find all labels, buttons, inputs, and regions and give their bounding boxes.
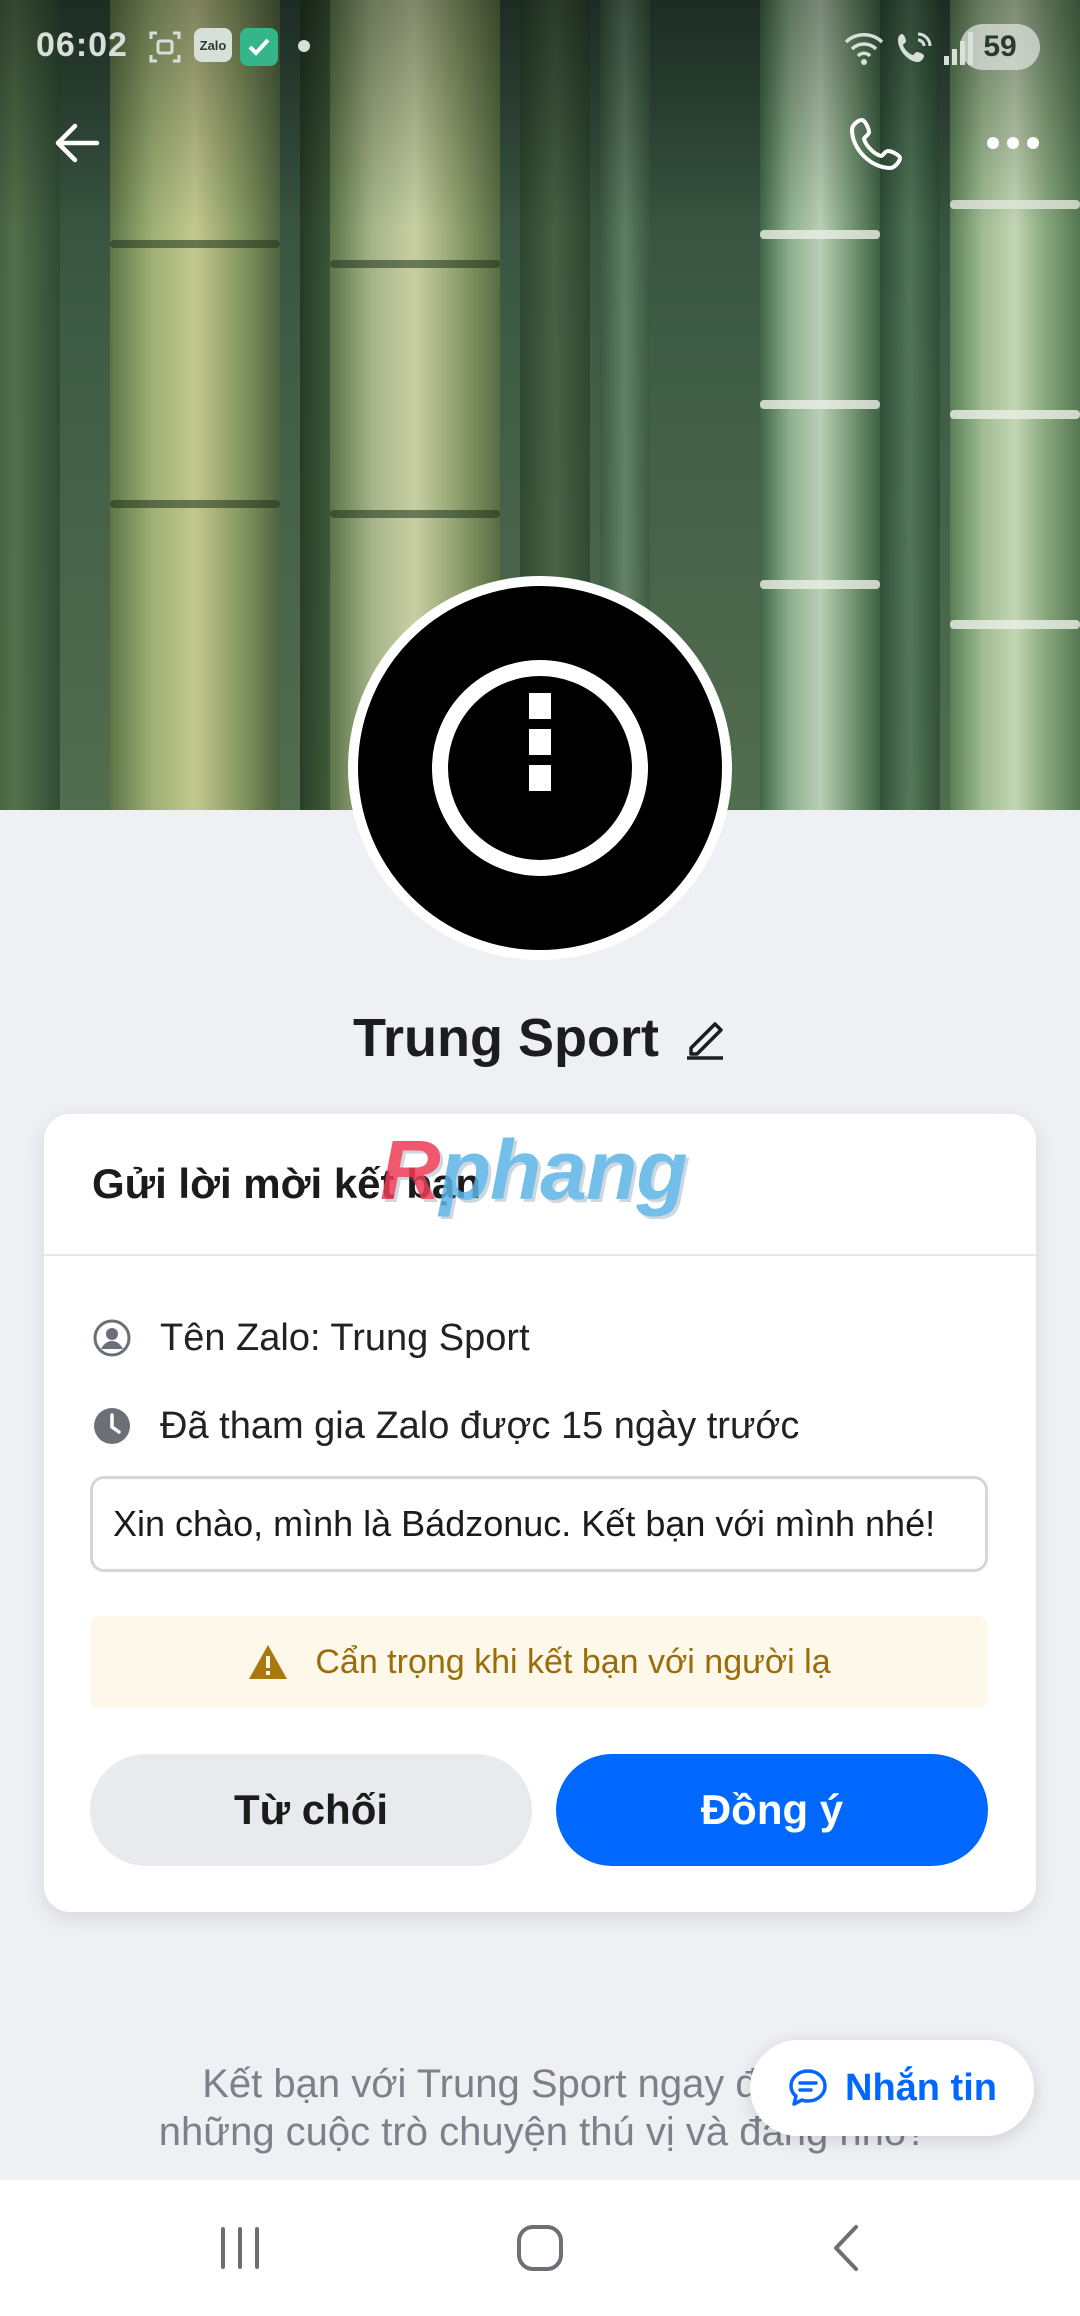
joined-row: Đã tham gia Zalo được 15 ngày trước xyxy=(92,1398,799,1454)
chat-bubble-icon xyxy=(789,2069,827,2106)
watermark-first-letter: R xyxy=(380,1123,441,1217)
phone-icon xyxy=(850,118,902,170)
call-button[interactable] xyxy=(832,98,922,188)
card-divider xyxy=(44,1254,1036,1256)
arrow-left-icon xyxy=(55,123,100,163)
zalo-name-row: Tên Zalo: Trung Sport xyxy=(92,1310,530,1366)
zalo-name-text: Tên Zalo: Trung Sport xyxy=(160,1316,530,1359)
warning-text: Cẩn trọng khi kết bạn với người lạ xyxy=(315,1642,831,1681)
chevron-left-icon xyxy=(834,2225,858,2271)
clock-icon xyxy=(92,1406,132,1446)
send-message-label: Nhắn tin xyxy=(845,2066,997,2109)
warning-icon xyxy=(249,1645,288,1679)
avatar[interactable] xyxy=(348,576,732,960)
recent-apps-button[interactable] xyxy=(190,2198,290,2298)
user-icon xyxy=(92,1318,132,1358)
system-back-button[interactable] xyxy=(796,2198,896,2298)
wifi-call-icon xyxy=(894,28,934,68)
avatar-logo-icon xyxy=(432,660,648,876)
friend-request-card: Gửi lời mời kết bạn Rphang Tên Zalo: Tru… xyxy=(44,1114,1036,1912)
watermark-logo: Rphang xyxy=(380,1122,688,1219)
more-button[interactable] xyxy=(968,98,1058,188)
watermark-rest: phang xyxy=(439,1123,688,1217)
profile-name-row: Trung Sport xyxy=(0,1000,1080,1076)
recent-apps-icon xyxy=(221,2227,259,2269)
greeting-message-input[interactable] xyxy=(90,1476,988,1572)
status-time: 06:02 xyxy=(36,26,128,64)
stranger-warning: Cẩn trọng khi kết bạn với người lạ xyxy=(90,1616,988,1708)
more-horizontal-icon xyxy=(987,137,1039,149)
zalo-icon: Zalo xyxy=(194,28,232,62)
status-bar: 06:02 Zalo 59 xyxy=(0,0,1080,96)
back-button[interactable] xyxy=(32,98,122,188)
wifi-icon xyxy=(842,28,886,68)
edit-name-button[interactable] xyxy=(683,1014,727,1062)
dot-icon xyxy=(298,40,310,52)
send-message-button[interactable]: Nhắn tin xyxy=(750,2040,1034,2136)
home-button[interactable] xyxy=(490,2198,590,2298)
decline-button[interactable]: Từ chối xyxy=(90,1754,532,1866)
joined-text: Đã tham gia Zalo được 15 ngày trước xyxy=(160,1404,800,1447)
profile-name: Trung Sport xyxy=(353,1008,659,1068)
accept-button[interactable]: Đồng ý xyxy=(556,1754,988,1866)
home-icon xyxy=(517,2225,563,2271)
system-navigation-bar xyxy=(0,2180,1080,2316)
check-app-icon xyxy=(240,28,278,66)
screenshot-icon xyxy=(146,28,184,66)
battery-indicator: 59 xyxy=(960,24,1040,70)
pencil-icon xyxy=(686,1022,723,1060)
